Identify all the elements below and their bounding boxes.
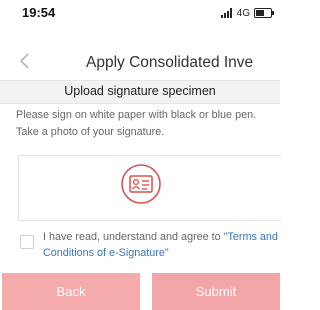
signal-icon [220,8,233,18]
section-header: Upload signature specimen [0,80,280,104]
agreement-label: I have read, understand and agree to [43,231,224,243]
instructions-text: Please sign on white paper with black or… [16,109,257,138]
status-bar: 19:54 4G [0,0,280,28]
nav-bar: Apply Consolidated Inve [0,44,280,80]
battery-icon [254,8,274,18]
back-button[interactable]: Back [2,273,140,310]
network-type: 4G [236,7,250,19]
status-indicators: 4G [220,6,274,20]
page-title: Apply Consolidated Inve [86,54,254,71]
agreement-row: I have read, understand and agree to "Te… [0,228,280,268]
agreement-text: I have read, understand and agree to "Te… [43,229,280,261]
agree-checkbox[interactable] [20,235,34,249]
submit-button[interactable]: Submit [152,273,280,310]
status-time: 19:54 [22,5,56,20]
chevron-left-icon[interactable] [18,52,32,70]
section-title: Upload signature specimen [64,84,216,98]
signature-upload-box[interactable] [18,155,281,221]
id-card-icon[interactable] [120,163,162,205]
